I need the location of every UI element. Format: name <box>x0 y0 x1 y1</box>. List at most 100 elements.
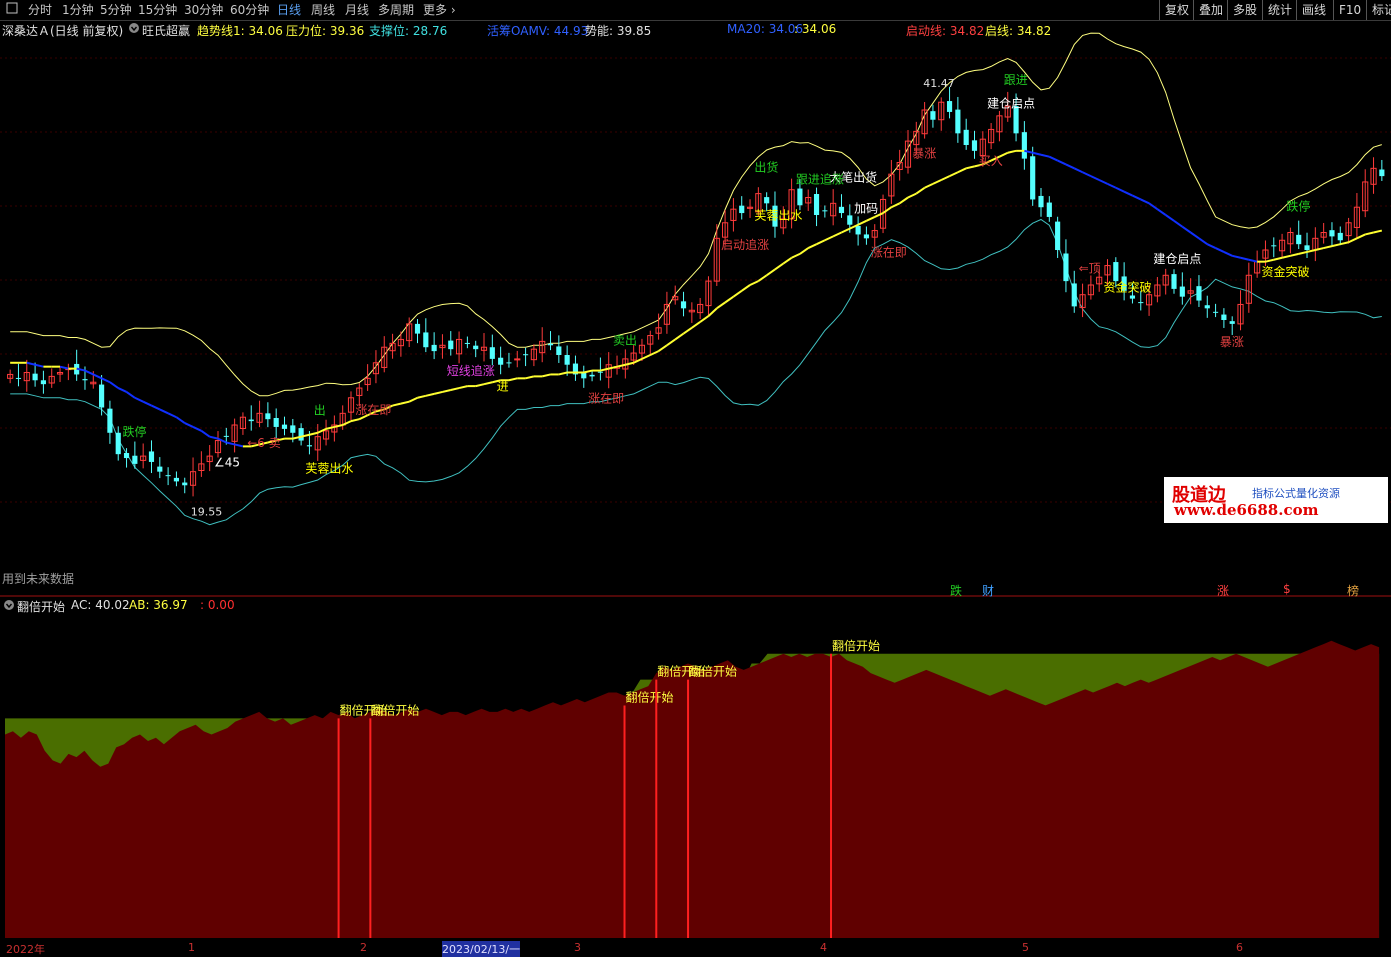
trend-line-segment <box>475 383 485 388</box>
trend-line-segment <box>924 182 934 189</box>
trend-line-segment <box>84 369 94 376</box>
ac-value: AC: 40.02 <box>71 598 130 612</box>
signal-label: 跌停 <box>123 424 147 439</box>
trend-line-segment <box>674 332 685 341</box>
signal-label: 资金突破 <box>1104 280 1152 295</box>
trend-line-segment <box>1198 237 1208 245</box>
candle-body <box>123 453 130 459</box>
trend-line-segment <box>1306 249 1316 253</box>
trend-line-segment <box>417 394 427 399</box>
signal-label: 涨在即 <box>588 390 624 405</box>
sub-panel-title[interactable]: 翻倍开始 <box>17 598 65 615</box>
candle-body <box>847 215 853 225</box>
trend-line-segment <box>816 239 826 246</box>
candle-body <box>930 111 936 120</box>
trend-line-segment <box>741 284 751 292</box>
candle-body <box>739 205 745 214</box>
event-marker-bang[interactable]: 榜 <box>1347 582 1359 599</box>
candle-body <box>223 435 229 437</box>
candle-body <box>1213 311 1219 313</box>
trend-line-segment <box>1107 182 1117 189</box>
trend-line-segment <box>907 192 917 199</box>
signal-label: 芙蓉出水 <box>305 461 353 475</box>
trend-line-segment <box>483 381 493 386</box>
trend-line-segment <box>450 387 460 391</box>
candle-body <box>182 482 188 486</box>
sub-panel-header: 翻倍开始 AC: 40.02 AB: 36.97 : 0.00 <box>0 598 1391 614</box>
signal-label: 建仓启点 <box>987 96 1035 110</box>
trend-line-segment <box>882 206 892 214</box>
trend-line-segment <box>857 219 867 226</box>
extra-value: : 0.00 <box>200 598 235 612</box>
candle-body <box>1221 314 1227 320</box>
trend-line-segment <box>649 350 660 356</box>
trend-line-segment <box>1181 225 1192 234</box>
trend-line-segment <box>699 315 710 323</box>
signal-label: 卖出 <box>613 334 637 348</box>
candle-body <box>99 384 105 408</box>
trend-line-segment <box>1273 256 1283 261</box>
trend-line-segment <box>940 175 950 181</box>
trend-line-segment <box>949 171 959 178</box>
candle-body <box>963 129 969 145</box>
axis-label-jun: 6 <box>1236 941 1243 954</box>
trend-line-segment <box>175 416 186 424</box>
trend-line-segment <box>442 389 451 393</box>
trend-line-segment <box>425 392 435 397</box>
trend-line-segment <box>1373 229 1383 234</box>
signal-label: ←6 卖 <box>247 436 281 450</box>
candle-body <box>523 354 529 356</box>
gear-circle-icon[interactable] <box>3 599 15 614</box>
signal-label: 跟进 <box>1004 73 1028 87</box>
trend-line-segment <box>1007 149 1017 154</box>
trend-line-segment <box>774 262 784 271</box>
trend-line-segment <box>749 280 759 286</box>
trend-line-segment <box>1065 163 1075 170</box>
candle-body <box>165 475 171 477</box>
trend-line-segment <box>1223 251 1233 257</box>
trend-line-segment <box>583 369 593 374</box>
trend-line-segment <box>1298 250 1308 255</box>
candle-body <box>489 347 495 359</box>
candle-body <box>132 455 138 464</box>
trend-line-segment <box>1165 214 1175 222</box>
trend-line-segment <box>142 400 152 407</box>
trend-line-segment <box>824 235 834 242</box>
trend-line-segment <box>309 431 318 436</box>
candle-body <box>273 418 279 427</box>
candle-body <box>148 451 155 462</box>
candle-body <box>448 340 454 350</box>
event-marker-cai[interactable]: 财 <box>982 582 994 599</box>
event-marker-dollar[interactable]: $ <box>1283 582 1291 596</box>
candle-body <box>173 477 179 482</box>
candle-body <box>838 206 845 214</box>
signal-label: 建仓启点 <box>1153 252 1201 266</box>
candle-body <box>1030 156 1036 200</box>
candle-body <box>1329 230 1335 237</box>
event-marker-zhang[interactable]: 涨 <box>1217 582 1229 599</box>
trend-line-segment <box>1331 243 1341 248</box>
trend-line-segment <box>234 443 244 448</box>
date-axis: 2022年 1 2 2023/02/13/一 3 4 5 6 <box>0 941 1391 957</box>
candle-body <box>1063 253 1069 282</box>
trend-line-segment <box>915 186 926 195</box>
candle-body <box>1379 169 1385 177</box>
trend-line-segment <box>890 202 901 209</box>
event-marker-die[interactable]: 跌 <box>950 582 962 599</box>
candle-body <box>298 428 304 441</box>
trend-line-segment <box>1290 252 1299 257</box>
candle-body <box>107 408 113 433</box>
candle-body <box>248 419 254 422</box>
double-start-label: 翻倍开始 <box>626 689 674 704</box>
trend-line-segment <box>732 290 743 298</box>
candle-body <box>115 432 121 455</box>
double-start-label: 翻倍开始 <box>371 702 419 717</box>
trend-line-segment <box>1315 247 1324 251</box>
candles-layer <box>7 86 1385 497</box>
axis-label-mar: 3 <box>574 941 581 954</box>
axis-label-may: 5 <box>1022 941 1029 954</box>
trend-line-segment <box>1364 231 1374 236</box>
candle-body <box>265 413 271 420</box>
trend-line-segment <box>766 268 776 277</box>
trend-line-segment <box>1132 194 1142 201</box>
